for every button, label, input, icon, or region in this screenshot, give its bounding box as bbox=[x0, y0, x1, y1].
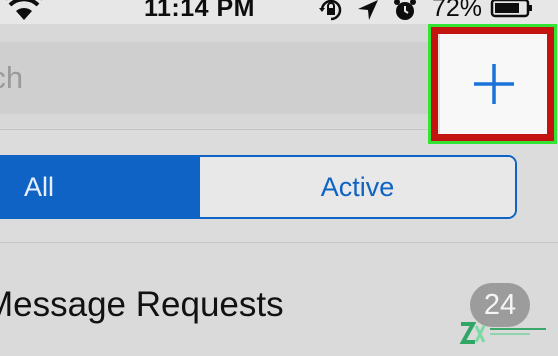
watermark-logo bbox=[458, 318, 558, 352]
status-time: 11:14 PM bbox=[144, 0, 256, 22]
status-bar: 11:14 PM 72% bbox=[0, 0, 558, 24]
battery-icon bbox=[490, 0, 532, 18]
wifi-icon bbox=[5, 0, 43, 20]
alarm-icon bbox=[394, 0, 416, 20]
orientation-lock-icon bbox=[319, 0, 342, 21]
message-requests-label: Message Requests bbox=[0, 285, 284, 324]
watermark-mark bbox=[490, 324, 548, 342]
battery-percent: 72% bbox=[432, 0, 483, 22]
plus-icon bbox=[473, 64, 514, 104]
search-field[interactable]: rch bbox=[0, 42, 440, 114]
tab-all[interactable]: All bbox=[0, 157, 200, 217]
compose-button[interactable] bbox=[438, 34, 547, 134]
watermark-icon bbox=[459, 322, 486, 344]
tab-active[interactable]: Active bbox=[200, 157, 515, 217]
filter-segmented-control: All Active bbox=[0, 155, 517, 219]
compose-button-highlight bbox=[428, 24, 557, 144]
location-icon bbox=[358, 0, 378, 20]
search-placeholder: rch bbox=[0, 60, 24, 95]
